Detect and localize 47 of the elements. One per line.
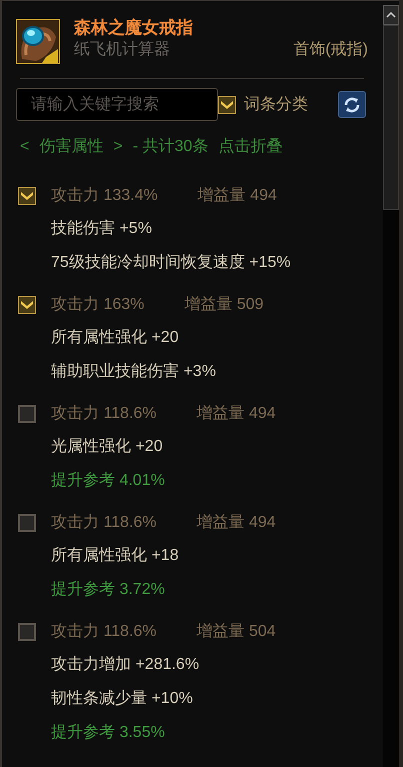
check-icon [20,299,34,310]
scrollbar[interactable] [383,5,399,767]
gain-value: 增益量 494 [198,186,277,206]
gain-value: 增益量 494 [196,512,276,532]
stat-line: 75级技能冷却时间恢复速度 +15% [51,252,292,273]
checkbox-label: 词条分类 [244,94,308,114]
checkbox[interactable] [218,96,236,114]
stat-line: 攻击力增加 +281.6% [51,654,200,675]
item-name: 森林之魔女戒指 [74,17,194,39]
attack-value: 攻击力 118.6% [51,404,157,424]
refresh-icon [343,96,361,114]
item-slot: 首饰(戒指) [293,39,368,61]
stat-line: 韧性条减少量 +10% [51,688,194,709]
group-count: - 共计30条 [132,136,208,157]
refresh-button[interactable] [338,91,366,118]
caret-icon [386,12,396,18]
attack-value: 攻击力 118.6% [51,512,157,532]
stat-line: 所有属性强化 +20 [51,328,180,348]
stat-line: 辅助职业技能伤害 +3% [51,362,217,382]
previous-link[interactable]: < [20,135,30,159]
stat-line: 所有属性强化 +18 [51,546,180,566]
checkbox[interactable] [18,186,36,204]
checkbox[interactable] [18,622,36,640]
gain-value: 增益量 494 [196,404,276,424]
checkbox[interactable] [18,296,36,314]
group-name: 伤害属性 [39,136,104,157]
boost-reference: 提升参考 3.55% [51,722,166,743]
scroll-up-button[interactable] [383,5,399,25]
gain-value: 增益量 504 [196,622,276,642]
item-source: 纸飞机计算器 [74,40,170,60]
collapse-link[interactable]: 点击折叠 [218,135,282,159]
stat-line: 光属性强化 +20 [51,436,164,457]
attack-value: 攻击力 118.6% [51,622,157,642]
stat-line: 技能伤害 +5% [51,218,153,239]
attack-value: 攻击力 163% [51,294,144,314]
checkbox[interactable] [18,404,36,422]
attack-value: 攻击力 133.4% [51,186,158,206]
boost-reference: 提升参考 4.01% [51,470,166,491]
boost-reference: 提升参考 3.72% [51,580,166,600]
checkbox[interactable] [18,514,36,532]
ring-icon [16,19,60,64]
search-field[interactable]: 请输入关键字搜索 [16,88,218,121]
next-link[interactable]: > [113,135,123,159]
gain-value: 增益量 509 [184,294,264,314]
check-icon [20,190,34,201]
scroll-thumb[interactable] [383,25,399,210]
check-icon [220,99,234,110]
